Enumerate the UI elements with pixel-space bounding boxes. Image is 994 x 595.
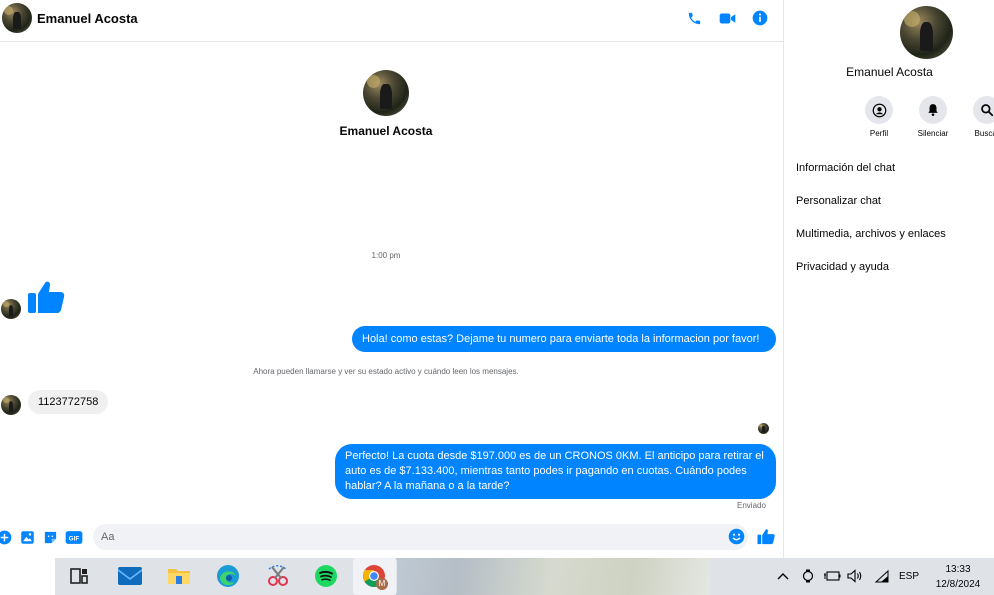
seen-indicator-avatar [758, 423, 769, 434]
mute-button[interactable]: Silenciar [906, 96, 960, 138]
message-timestamp: 1:00 pm [371, 251, 401, 260]
menu-item-customize-chat[interactable]: Personalizar chat [796, 193, 946, 226]
video-call-icon[interactable] [718, 9, 736, 27]
outgoing-message[interactable]: Hola! como estas? Dejame tu numero para … [352, 326, 776, 352]
chrome-profile-badge: M [376, 577, 388, 590]
edge-icon[interactable] [215, 563, 241, 589]
menu-item-chat-info[interactable]: Información del chat [796, 160, 946, 193]
volume-icon[interactable] [846, 568, 864, 584]
mail-icon[interactable] [117, 563, 143, 589]
windows-taskbar: M ESP 13:33 12/8/2024 [0, 558, 994, 595]
image-icon[interactable] [19, 529, 35, 545]
file-explorer-icon[interactable] [166, 563, 192, 589]
phone-icon[interactable] [685, 9, 703, 27]
clock-time: 13:33 [945, 564, 971, 575]
chrome-taskbar-button[interactable]: M [353, 558, 397, 595]
clock-date: 12/8/2024 [935, 579, 981, 590]
taskbar-left-area [0, 558, 55, 595]
chat-details-panel: Emanuel Acosta Perfil Silenciar Buscar [783, 0, 994, 558]
menu-item-media-files-links[interactable]: Multimedia, archivos y enlaces [796, 226, 946, 259]
emoji-icon[interactable] [728, 528, 745, 545]
language-indicator[interactable]: ESP [896, 568, 922, 584]
gif-icon[interactable]: GIF [65, 529, 83, 545]
sender-avatar [1, 395, 21, 415]
thumbs-up-message[interactable] [27, 279, 67, 315]
mute-label: Silenciar [917, 129, 949, 138]
conversation-avatar[interactable] [363, 70, 409, 116]
chevron-up-icon[interactable] [776, 568, 790, 584]
svg-text:GIF: GIF [69, 535, 80, 542]
message-input[interactable] [93, 524, 748, 550]
taskbar-wallpaper-strip [396, 558, 710, 595]
profile-icon [865, 96, 893, 124]
chrome-icon: M [362, 564, 388, 590]
sender-avatar [1, 299, 21, 319]
plus-icon[interactable] [0, 529, 12, 545]
profile-button[interactable]: Perfil [852, 96, 906, 138]
details-avatar[interactable] [900, 6, 953, 59]
search-button[interactable]: Buscar [960, 96, 994, 138]
menu-item-privacy-support[interactable]: Privacidad y ayuda [796, 259, 946, 292]
info-icon[interactable] [751, 9, 769, 27]
battery-icon[interactable] [823, 568, 841, 584]
sent-status: Enviado [737, 501, 766, 510]
spotify-icon[interactable] [313, 563, 339, 589]
system-clock[interactable]: 13:33 12/8/2024 [925, 562, 991, 592]
messenger-window: Emanuel Acosta Emanuel Acosta 1:00 pm Ho… [0, 0, 994, 558]
profile-label: Perfil [869, 129, 889, 138]
message-composer: GIF [0, 518, 783, 556]
like-icon[interactable] [757, 527, 776, 546]
system-notice: Ahora pueden llamarse y ver su estado ac… [253, 367, 519, 376]
thumbs-up-icon [28, 281, 65, 313]
details-name: Emanuel Acosta [846, 65, 933, 79]
wifi-icon[interactable] [873, 568, 889, 584]
contact-avatar[interactable] [2, 3, 32, 33]
task-view-icon[interactable] [66, 563, 92, 589]
conversation-profile: Emanuel Acosta [336, 70, 436, 138]
search-label: Buscar [974, 129, 994, 138]
header-actions [685, 9, 769, 27]
snipping-tool-icon[interactable] [265, 563, 291, 589]
incoming-message[interactable]: 1123772758 [28, 390, 109, 414]
chat-header: Emanuel Acosta [0, 0, 783, 42]
outgoing-message[interactable]: Perfecto! La cuota desde $197.000 es de … [335, 444, 776, 499]
sticker-icon[interactable] [42, 529, 58, 545]
search-icon [973, 96, 994, 124]
contact-name[interactable]: Emanuel Acosta [37, 11, 138, 26]
meet-now-icon[interactable] [801, 568, 815, 584]
details-menu: Información del chat Personalizar chat M… [796, 160, 946, 292]
bell-icon [919, 96, 947, 124]
conversation-name: Emanuel Acosta [339, 124, 433, 138]
details-actions: Perfil Silenciar Buscar [852, 96, 994, 138]
